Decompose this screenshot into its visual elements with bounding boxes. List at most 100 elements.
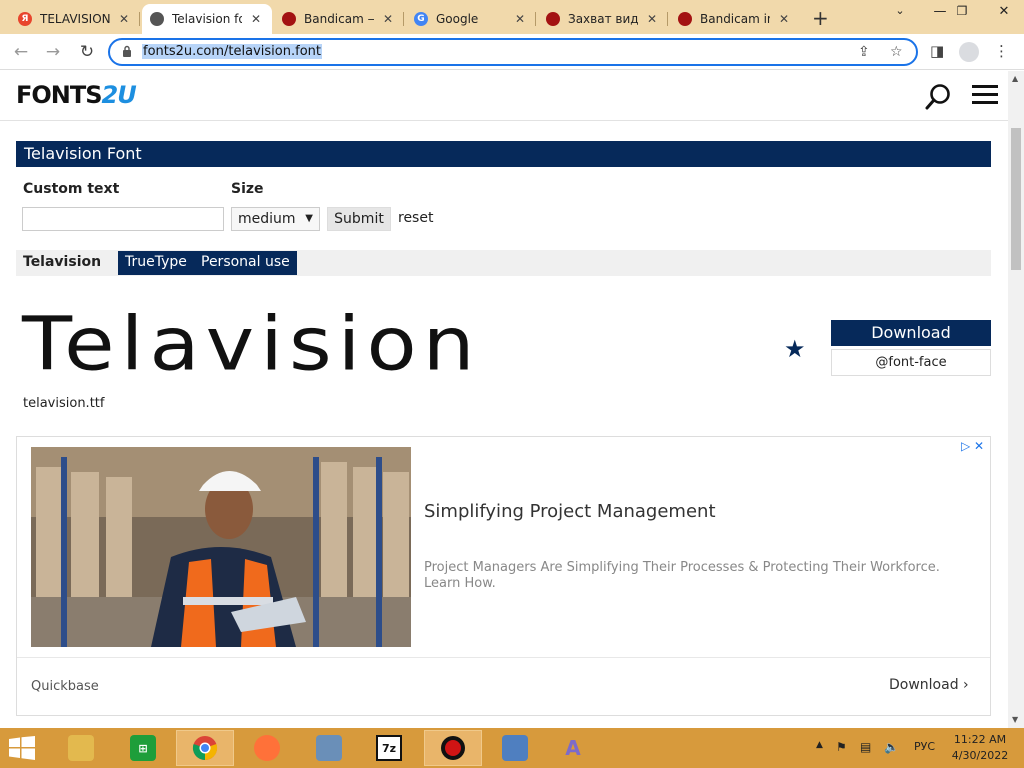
taskbar: ⊞ 7z A ▲ ⚑ ▤ 🔈 РУС 11:22 AM 4/30/2022 [0,728,1024,768]
7zip-icon: 7z [376,735,402,761]
taskbar-control-panel[interactable] [486,730,544,766]
license-badge[interactable]: Personal use [194,251,297,275]
share-icon[interactable]: ⇪ [858,44,870,60]
close-tab-icon[interactable]: ✕ [248,12,264,26]
font-face-button[interactable]: @font-face [831,349,991,376]
store-icon: ⊞ [130,735,156,761]
menu-hamburger-icon[interactable] [972,85,998,107]
font-info-bar: Telavision TrueType Personal use [16,250,991,276]
close-tab-icon[interactable]: ✕ [380,12,396,26]
forward-icon[interactable]: → [42,42,64,62]
new-tab-icon[interactable]: + [812,6,829,30]
volume-icon[interactable]: 🔈 [884,740,899,754]
logo-text: FONTS [16,81,103,109]
scroll-down-icon[interactable]: ▼ [1012,715,1018,724]
browser-tab[interactable]: G Google ✕ [406,4,536,34]
profile-avatar-icon[interactable] [959,42,979,62]
taskbar-bandicam[interactable] [424,730,482,766]
ad-headline[interactable]: Simplifying Project Management [424,501,716,522]
download-button[interactable]: Download [831,320,991,346]
custom-text-input[interactable] [22,207,224,231]
browser-tab[interactable]: Bandicam in ✕ [670,4,800,34]
bookmark-star-icon[interactable]: ☆ [890,44,903,60]
font-filename: telavision.ttf [23,396,105,411]
advertisement[interactable]: ▷ ✕ Simplifying Project Management Proje… [16,436,991,716]
ad-description[interactable]: Project Managers Are Simplifying Their P… [424,560,964,592]
taskbar-firefox[interactable] [238,730,296,766]
bandicam-icon [546,12,560,26]
menu-kebab-icon[interactable]: ⋮ [994,42,1009,60]
chevron-right-icon: › [963,677,969,693]
tab-search-icon[interactable]: ⌄ [880,4,920,17]
network-icon[interactable]: ▤ [860,740,871,754]
page-scrollbar[interactable]: ▲ ▼ [1008,71,1024,728]
font-preview: Telavision [22,301,482,389]
yandex-icon: Я [18,12,32,26]
taskbar-app-a[interactable]: A [544,730,602,766]
taskbar-network-tool[interactable] [300,730,358,766]
address-bar[interactable]: fonts2u.com/telavision.font ⇪ ☆ [108,38,918,66]
tab-divider [667,12,668,26]
font-preview-text: Telavision [22,301,481,388]
language-indicator[interactable]: РУС [914,740,935,753]
size-select[interactable]: medium ▼ [231,207,320,231]
page-viewport: FONTS2U Telavision Font Custom text Size… [0,71,1008,728]
taskbar-chrome[interactable] [176,730,234,766]
clock-time: 11:22 AM [953,733,1007,746]
dropdown-caret-icon: ▼ [305,213,313,224]
tab-title: Bandicam in [700,12,770,26]
taskbar-7zip[interactable]: 7z [360,730,418,766]
browser-tab-active[interactable]: Telavision fo ✕ [142,4,272,34]
browser-tab[interactable]: Я TELAVISION ✕ [10,4,140,34]
close-tab-icon[interactable]: ✕ [512,12,528,26]
chrome-icon [192,736,218,761]
action-center-icon[interactable]: ⚑ [836,740,847,754]
url-text[interactable]: fonts2u.com/telavision.font [142,44,322,59]
font-name: Telavision [23,254,102,270]
globe-icon [150,12,164,26]
bandicam-icon [678,12,692,26]
submit-button[interactable]: Submit [327,207,391,231]
file-explorer-icon [68,735,94,761]
favorite-star-icon[interactable]: ★ [784,335,806,363]
adchoices-icon[interactable]: ▷ ✕ [961,439,984,453]
tab-title: Google [436,12,479,26]
ad-footer: Quickbase Download › [17,657,990,715]
taskbar-file-explorer[interactable] [52,730,110,766]
size-select-value: medium [238,211,296,227]
ad-advertiser[interactable]: Quickbase [31,679,99,694]
app-a-icon: A [565,736,581,760]
system-clock[interactable]: 11:22 AM 4/30/2022 [948,732,1012,764]
tab-title: Telavision fo [172,12,242,26]
browser-tab[interactable]: Захват виде ✕ [538,4,668,34]
clock-date: 4/30/2022 [951,749,1009,762]
format-badge[interactable]: TrueType [118,251,194,275]
lock-icon [123,45,131,57]
windows-start-icon[interactable] [8,736,36,760]
site-header: FONTS2U [0,71,1008,121]
side-panel-icon[interactable]: ◨ [930,42,944,60]
search-icon[interactable] [924,83,952,111]
network-tool-icon [316,735,342,761]
close-tab-icon[interactable]: ✕ [644,12,660,26]
close-tab-icon[interactable]: ✕ [776,12,792,26]
ad-photo[interactable] [31,447,411,647]
restore-icon[interactable]: ❐ [942,4,982,18]
reload-icon[interactable]: ↻ [76,42,98,62]
reset-link[interactable]: reset [398,210,433,226]
back-icon[interactable]: ← [10,42,32,62]
close-window-icon[interactable]: ✕ [984,4,1024,19]
tab-title: TELAVISION [40,12,110,26]
site-logo[interactable]: FONTS2U [16,81,137,109]
ad-cta-label: Download [889,677,959,693]
taskbar-store[interactable]: ⊞ [114,730,172,766]
browser-tab[interactable]: Bandicam — ✕ [274,4,404,34]
ad-download-button[interactable]: Download › [889,677,969,693]
scroll-up-icon[interactable]: ▲ [1012,74,1018,83]
tab-title: Захват виде [568,12,638,26]
bandicam-icon [282,12,296,26]
tray-expand-icon[interactable]: ▲ [816,740,823,750]
scrollbar-thumb[interactable] [1011,128,1021,270]
size-label: Size [231,181,264,197]
close-tab-icon[interactable]: ✕ [116,12,132,26]
